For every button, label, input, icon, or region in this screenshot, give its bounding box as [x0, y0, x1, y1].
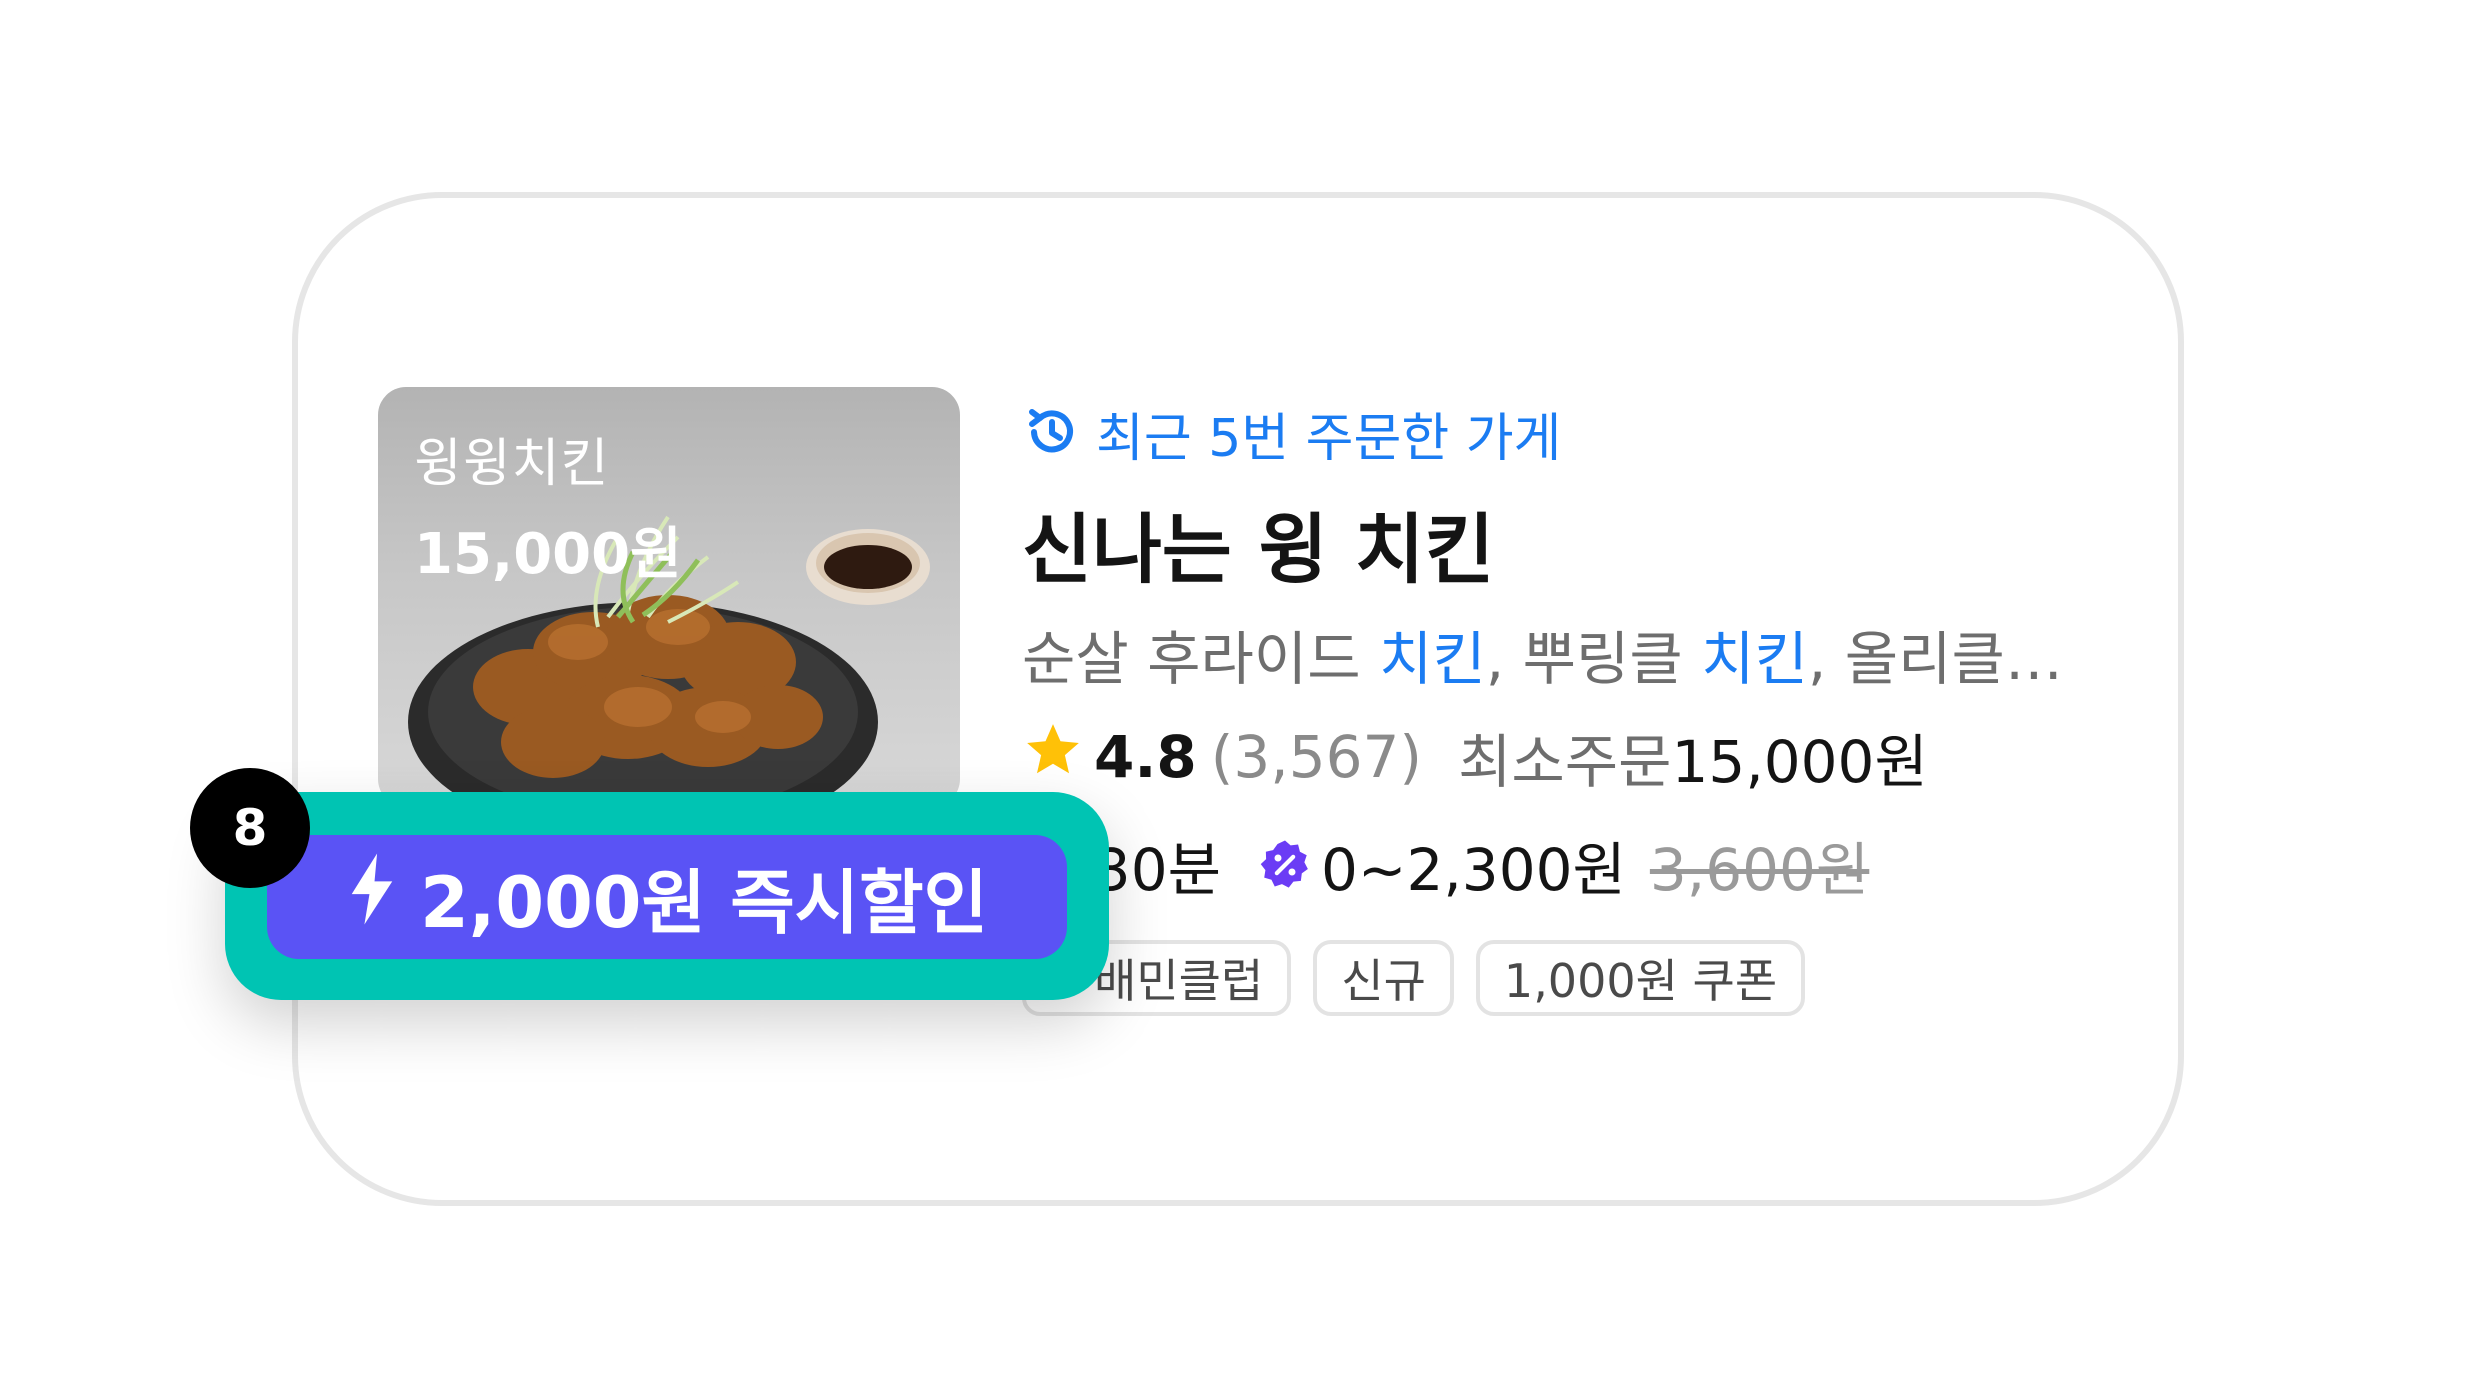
discount-label: 2,000원 즉시할인 [420, 861, 988, 944]
menu-text: 순살 후라이드 [1022, 625, 1380, 693]
tag-coupon: 1,000원 쿠폰 [1475, 940, 1806, 1016]
rating-value: 4.8 [1094, 723, 1197, 791]
tag-label: 배민클럽 [1094, 954, 1264, 1008]
menu-text: , 뿌링클 [1485, 625, 1702, 693]
recent-order-label: 최근 5번 주문한 가게 [1022, 396, 1561, 471]
review-count: (3,567) [1210, 723, 1423, 791]
menu-keyword: 치킨 [1379, 625, 1486, 693]
tag-label: 1,000원 쿠폰 [1503, 954, 1778, 1008]
thumbnail-menu-price: 15,000원 [414, 522, 682, 587]
delivery-fee: 0~2,300원 [1320, 836, 1626, 904]
thumbnail-menu-name: 윙윙치킨 [414, 434, 610, 494]
rating-row: 4.8 (3,567) 최소주문 15,000원 [1022, 715, 1928, 799]
tag-new: 신규 [1313, 940, 1454, 1016]
lightning-icon [346, 851, 398, 944]
star-icon [1022, 719, 1084, 795]
store-menu-summary: 순살 후라이드 치킨, 뿌링클 치킨, 올리클… [1022, 612, 2063, 696]
recent-order-text: 최근 5번 주문한 가게 [1096, 409, 1562, 469]
store-name[interactable]: 신나는 윙 치킨 [1022, 488, 1494, 598]
recent-order-clock-icon [1022, 402, 1082, 466]
store-thumbnail: 윙윙치킨 15,000원 [378, 387, 960, 807]
min-order-value: 15,000원 [1671, 728, 1928, 796]
instant-discount-button[interactable]: 2,000원 즉시할인 [267, 835, 1067, 959]
step-number-badge: 8 [190, 768, 310, 888]
delivery-row: 약 30분 0~2,300원 3,600원 [1022, 823, 1869, 907]
menu-text: , 올리클… [1807, 625, 2063, 693]
tag-label: 신규 [1341, 954, 1426, 1008]
min-order-label: 최소주문 [1458, 728, 1672, 796]
menu-keyword: 치킨 [1701, 625, 1808, 693]
store-tags: 배민클럽 신규 1,000원 쿠폰 [1022, 940, 1806, 1016]
discount-percent-icon [1257, 837, 1313, 893]
original-delivery-fee: 3,600원 [1649, 836, 1870, 904]
